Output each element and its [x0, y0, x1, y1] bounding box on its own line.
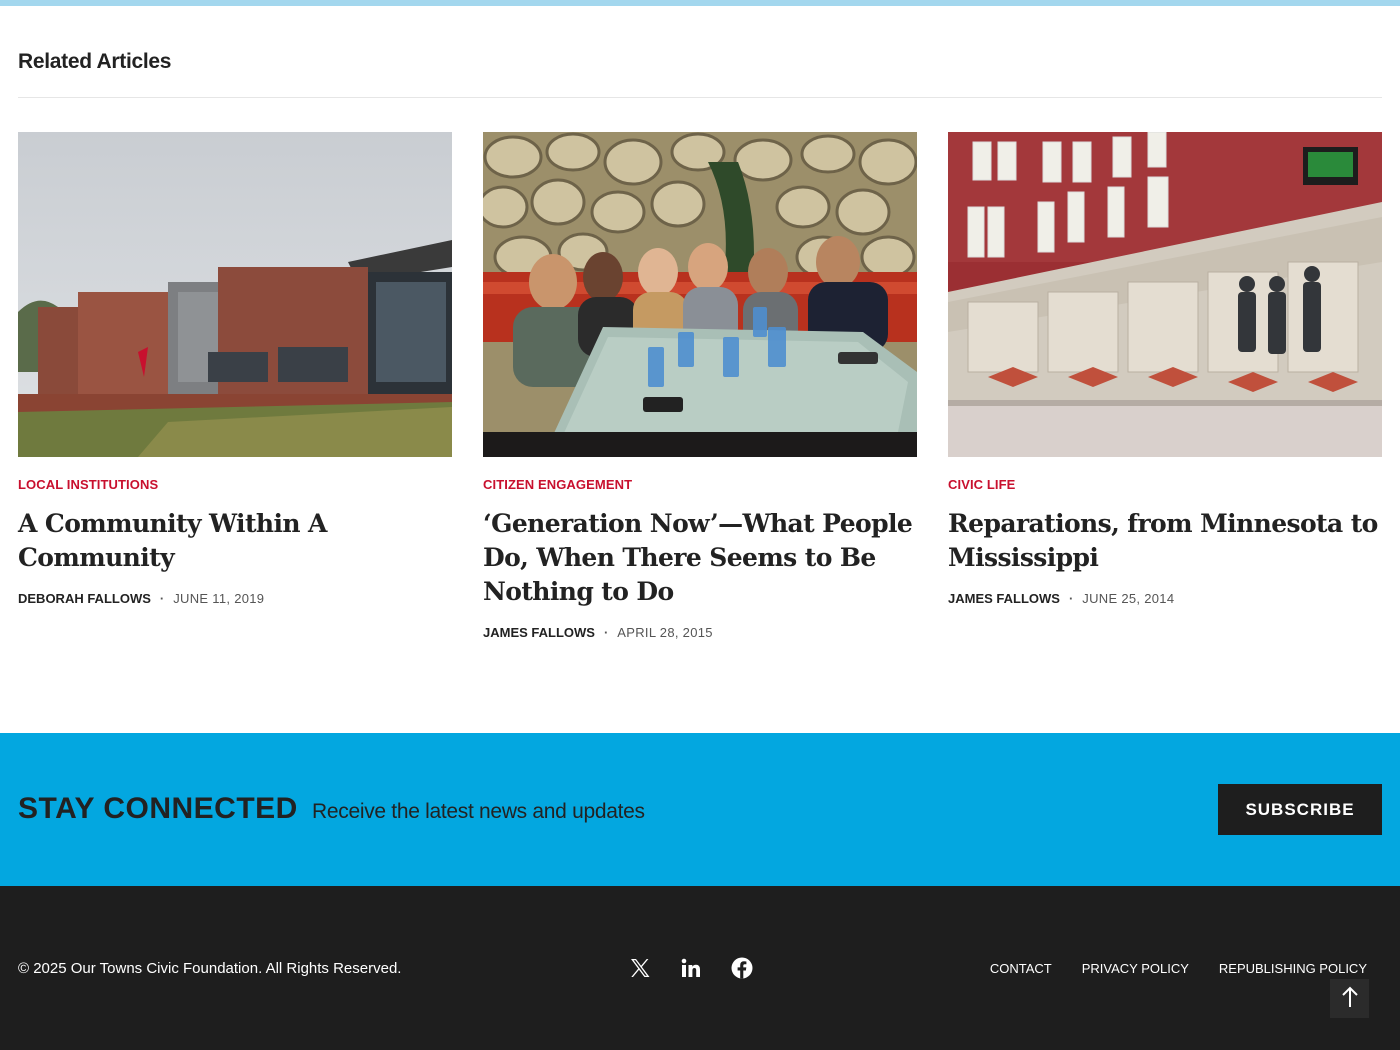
article-category[interactable]: CITIZEN ENGAGEMENT — [483, 477, 917, 492]
related-articles-heading: Related Articles — [18, 50, 172, 73]
subscribe-button[interactable]: SUBSCRIBE — [1218, 784, 1382, 835]
article-meta: JAMES FALLOWS · JUNE 25, 2014 — [948, 591, 1382, 606]
article-card: CIVIC LIFE Reparations, from Minnesota t… — [948, 132, 1382, 606]
article-meta: JAMES FALLOWS · APRIL 28, 2015 — [483, 625, 917, 640]
meta-separator: · — [159, 591, 165, 606]
article-date: APRIL 28, 2015 — [617, 625, 713, 640]
footer-link-republishing-policy[interactable]: REPUBLISHING POLICY — [1219, 961, 1367, 976]
footer-link-privacy-policy[interactable]: PRIVACY POLICY — [1082, 961, 1189, 976]
article-image-group-dinner[interactable] — [483, 132, 917, 457]
meta-separator: · — [1068, 591, 1074, 606]
article-date: JUNE 25, 2014 — [1082, 591, 1175, 606]
article-image-ymca-building[interactable] — [18, 132, 452, 457]
meta-separator: · — [603, 625, 609, 640]
x-icon[interactable] — [628, 956, 652, 980]
article-category[interactable]: CIVIC LIFE — [948, 477, 1382, 492]
social-links — [628, 956, 754, 980]
back-to-top-button[interactable] — [1330, 979, 1369, 1018]
stay-connected-subtitle: Receive the latest news and updates — [312, 800, 645, 823]
footer-link-contact[interactable]: CONTACT — [990, 961, 1052, 976]
article-author[interactable]: JAMES FALLOWS — [948, 591, 1060, 606]
article-author[interactable]: DEBORAH FALLOWS — [18, 591, 151, 606]
article-card: CITIZEN ENGAGEMENT ‘Generation Now’—What… — [483, 132, 917, 640]
article-title[interactable]: Reparations, from Minnesota to Mississip… — [948, 507, 1382, 575]
stay-connected-banner: STAY CONNECTED Receive the latest news a… — [0, 733, 1400, 886]
site-footer: © 2025 Our Towns Civic Foundation. All R… — [0, 886, 1400, 1050]
linkedin-icon[interactable] — [679, 956, 703, 980]
top-accent-bar — [0, 0, 1400, 6]
article-date: JUNE 11, 2019 — [173, 591, 265, 606]
article-card: LOCAL INSTITUTIONS A Community Within A … — [18, 132, 452, 606]
article-title[interactable]: ‘Generation Now’—What People Do, When Th… — [483, 507, 917, 609]
article-title[interactable]: A Community Within A Community — [18, 507, 452, 575]
stay-connected-heading: STAY CONNECTED — [18, 792, 298, 825]
divider — [18, 97, 1382, 98]
article-meta: DEBORAH FALLOWS · JUNE 11, 2019 — [18, 591, 452, 606]
facebook-icon[interactable] — [730, 956, 754, 980]
article-category[interactable]: LOCAL INSTITUTIONS — [18, 477, 452, 492]
article-image-memorial-wall[interactable] — [948, 132, 1382, 457]
article-author[interactable]: JAMES FALLOWS — [483, 625, 595, 640]
arrow-up-icon — [1340, 986, 1360, 1011]
copyright-text: © 2025 Our Towns Civic Foundation. All R… — [18, 960, 402, 977]
footer-nav: CONTACT PRIVACY POLICY REPUBLISHING POLI… — [990, 961, 1367, 976]
